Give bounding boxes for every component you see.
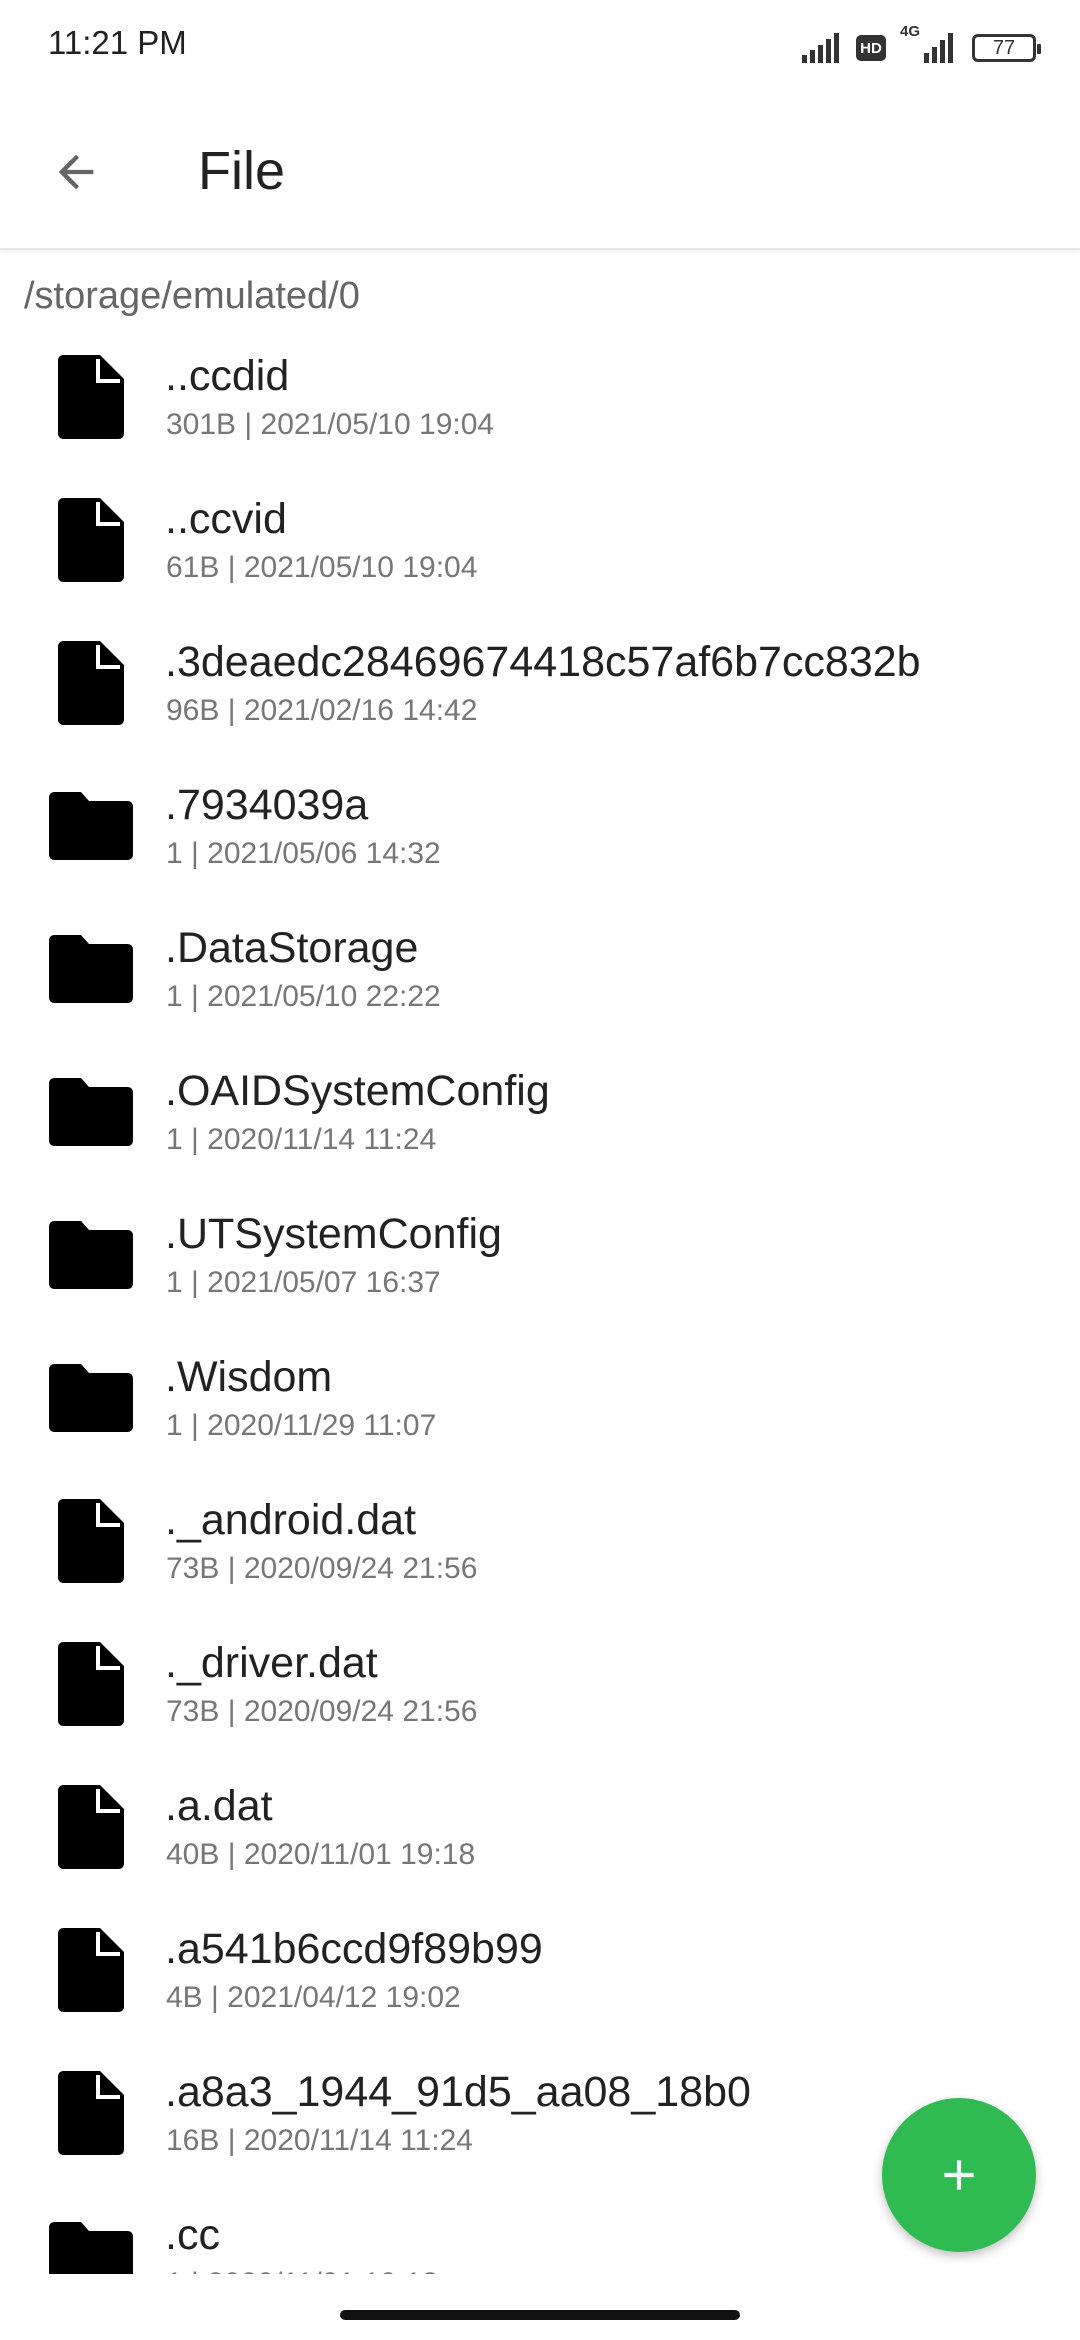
battery-icon: 77 [972,34,1041,62]
file-icon [46,495,136,585]
folder-icon [46,1067,136,1157]
folder-icon [46,1210,136,1300]
file-icon [46,1782,136,1872]
app-bar: File [0,96,1080,250]
plus-icon [944,2160,974,2190]
list-item[interactable]: .a541b6ccd9f89b99 4B | 2021/04/12 19:02 [0,1907,1080,2050]
item-meta: 16B | 2020/11/14 11:24 [166,2124,473,2157]
item-name: ..ccdid [165,352,290,400]
add-button[interactable] [882,2098,1036,2252]
status-icons: HD 4G 77 [800,23,1041,66]
folder-icon [46,1353,136,1443]
item-name: .a541b6ccd9f89b99 [165,1925,543,1973]
folder-icon [46,781,136,871]
item-meta: 1 | 2021/05/10 22:22 [166,980,441,1013]
item-name: .7934039a [165,781,369,829]
item-name: .Wisdom [165,1353,333,1401]
item-name: .DataStorage [165,924,419,972]
list-item[interactable]: .OAIDSystemConfig 1 | 2020/11/14 11:24 [0,1049,1080,1192]
home-indicator[interactable] [340,2310,740,2320]
page-title: File [198,141,286,201]
item-meta: 301B | 2021/05/10 19:04 [166,408,495,441]
item-meta: 61B | 2021/05/10 19:04 [166,551,478,584]
item-meta: 73B | 2020/09/24 21:56 [166,1552,478,1585]
folder-icon [46,924,136,1014]
item-meta: 1 | 2021/05/07 16:37 [166,1266,441,1299]
item-meta: 96B | 2021/02/16 14:42 [166,694,478,727]
file-icon [46,1925,136,2015]
file-icon [46,638,136,728]
list-item[interactable]: .a.dat 40B | 2020/11/01 19:18 [0,1764,1080,1907]
item-meta: 1 | 2020/11/29 11:07 [166,1409,437,1442]
item-meta: 1 | 2021/05/06 14:32 [166,837,441,870]
item-name: .a8a3_1944_91d5_aa08_18b0 [165,2068,751,2116]
item-name: .OAIDSystemConfig [165,1067,550,1115]
file-icon [46,352,136,442]
item-name: ._android.dat [165,1496,417,1544]
item-name: .UTSystemConfig [165,1210,502,1258]
item-name: .a.dat [165,1782,273,1830]
item-meta: 73B | 2020/09/24 21:56 [166,1695,478,1728]
file-icon [46,1496,136,1586]
network-type-icon: 4G [900,23,958,63]
current-path: /storage/emulated/0 [24,275,360,317]
battery-level: 77 [992,36,1016,59]
network-label: 4G [899,23,920,40]
item-meta: 1 | 2020/11/01 19:18 [166,2267,438,2274]
file-list[interactable]: ..ccdid 301B | 2021/05/10 19:04 ..ccvid 61B… [0,334,1080,2274]
arrow-back-icon [58,154,94,190]
list-item[interactable]: .Wisdom 1 | 2020/11/29 11:07 [0,1335,1080,1478]
status-time: 11:21 PM [48,24,187,61]
list-item[interactable]: ..ccdid 301B | 2021/05/10 19:04 [0,334,1080,477]
list-item[interactable]: ._android.dat 73B | 2020/09/24 21:56 [0,1478,1080,1621]
list-item[interactable]: ..ccvid 61B | 2021/05/10 19:04 [0,477,1080,620]
item-meta: 4B | 2021/04/12 19:02 [166,1981,461,2014]
item-name: ..ccvid [165,495,287,543]
item-name: .3deaedc28469674418c57af6b7cc832b [165,638,921,686]
item-name: ._driver.dat [165,1639,378,1687]
list-item[interactable]: .7934039a 1 | 2021/05/06 14:32 [0,763,1080,906]
list-item[interactable]: .DataStorage 1 | 2021/05/10 22:22 [0,906,1080,1049]
signal-icon-2 [924,33,953,63]
list-item[interactable]: ._driver.dat 73B | 2020/09/24 21:56 [0,1621,1080,1764]
item-meta: 40B | 2020/11/01 19:18 [166,1838,476,1871]
file-icon [46,2068,136,2158]
back-button[interactable] [38,134,114,210]
list-item[interactable]: .UTSystemConfig 1 | 2021/05/07 16:37 [0,1192,1080,1335]
hd-icon: HD [855,35,886,61]
signal-icon [801,33,839,63]
item-meta: 1 | 2020/11/14 11:24 [166,1123,437,1156]
folder-icon [46,2211,136,2274]
status-bar: 11:21 PM HD 4G 77 [0,0,1080,96]
file-icon [46,1639,136,1729]
item-name: .cc [165,2211,220,2259]
list-item[interactable]: .3deaedc28469674418c57af6b7cc832b 96B | 2… [0,620,1080,763]
